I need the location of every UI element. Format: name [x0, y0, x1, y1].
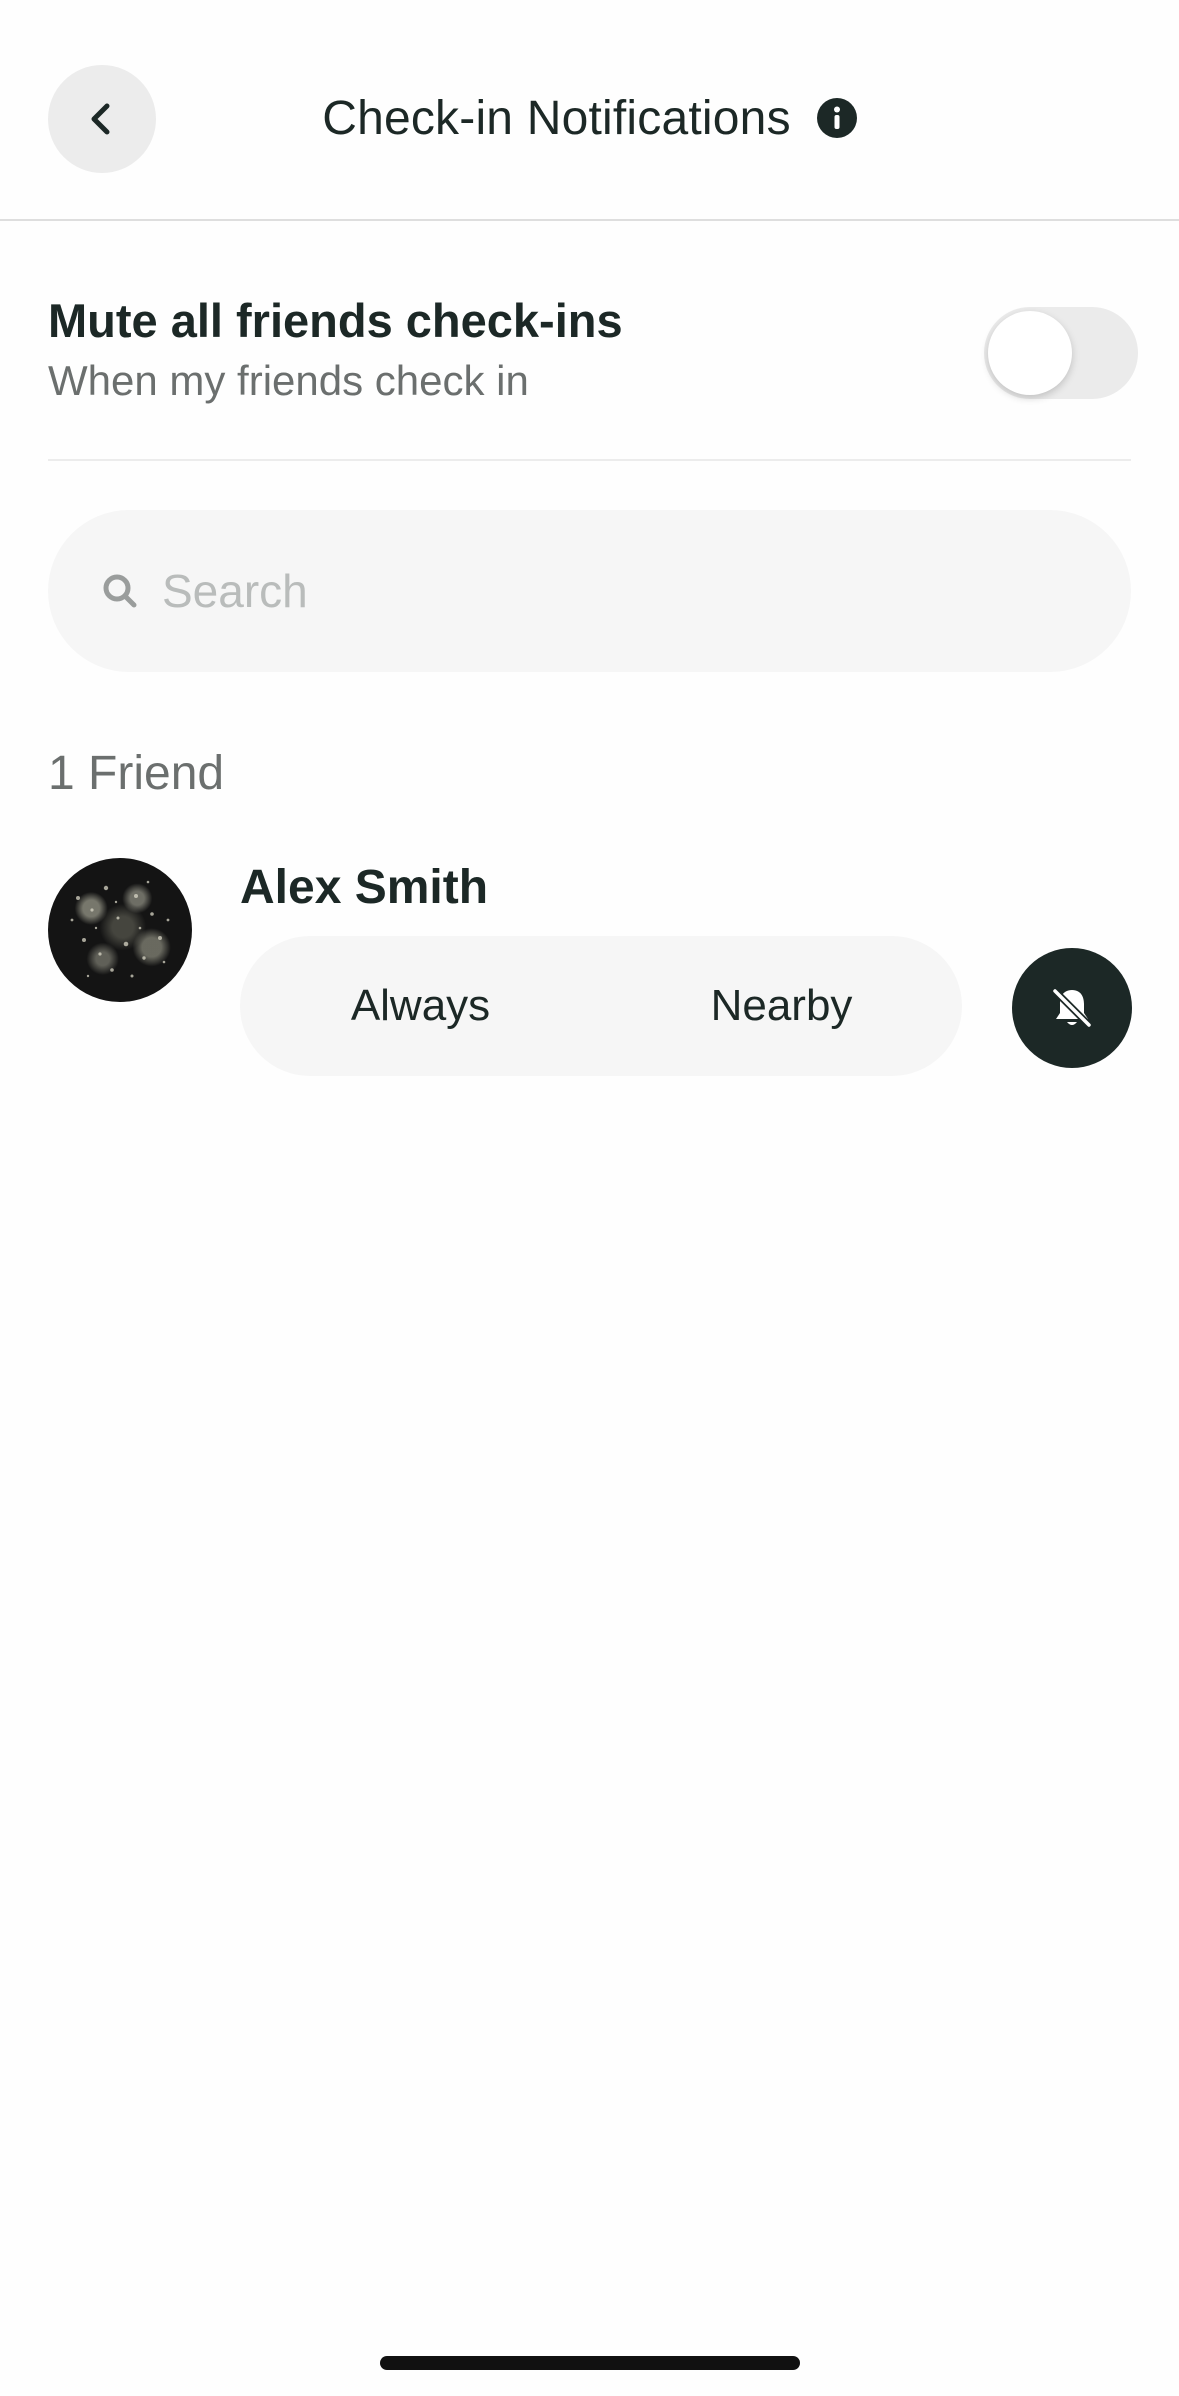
home-indicator	[380, 2356, 800, 2370]
info-icon[interactable]	[816, 98, 857, 138]
bell-off-icon	[1051, 987, 1093, 1029]
search-icon	[103, 574, 137, 608]
mute-all-row: Mute all friends check-ins When my frien…	[48, 285, 1138, 461]
friends-count: 1 Friend	[48, 747, 225, 800]
friend-name: Alex Smith	[240, 861, 489, 914]
mute-friend-button[interactable]	[1012, 948, 1132, 1068]
option-always[interactable]: Always	[240, 936, 601, 1076]
title-wrap: Check-in Notifications	[0, 80, 1179, 156]
option-nearby[interactable]: Nearby	[601, 936, 962, 1076]
page-title: Check-in Notifications	[322, 91, 791, 145]
friend-row: Alex Smith Always Nearby	[48, 856, 1132, 1076]
screen: Check-in Notifications Mute all friends …	[0, 0, 1179, 2396]
toggle-knob	[988, 311, 1072, 395]
search-bar[interactable]	[48, 510, 1131, 672]
header: Check-in Notifications	[0, 0, 1179, 221]
notification-mode-selector: Always Nearby	[240, 936, 962, 1076]
mute-all-toggle[interactable]	[984, 307, 1138, 399]
mute-all-subtitle: When my friends check in	[48, 357, 529, 404]
mute-all-title: Mute all friends check-ins	[48, 294, 623, 347]
avatar[interactable]	[48, 858, 192, 1002]
search-input[interactable]	[162, 564, 1062, 618]
